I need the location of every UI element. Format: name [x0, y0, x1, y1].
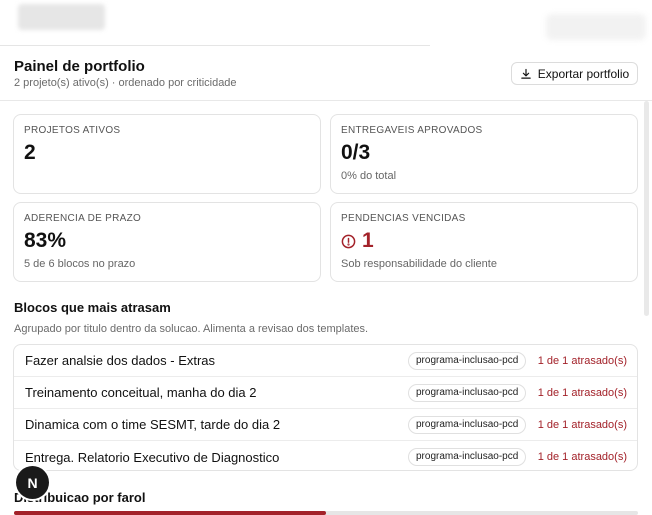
- card-approved-deliverables: ENTREGAVEIS APROVADOS 0/3 0% do total: [330, 114, 638, 194]
- overdue-count: 1: [362, 229, 374, 252]
- project-tag[interactable]: programa-inclusao-pcd: [408, 415, 527, 434]
- card-value: 2: [24, 141, 36, 164]
- page-header: Painel de portfolio 2 projeto(s) ativo(s…: [0, 46, 652, 101]
- export-portfolio-label: Exportar portfolio: [537, 66, 630, 81]
- card-value: 1: [341, 229, 374, 253]
- card-label: PROJETOS ATIVOS: [24, 125, 121, 136]
- app-logo[interactable]: [18, 4, 105, 30]
- late-count: 1 de 1 atrasado(s): [537, 386, 627, 399]
- card-active-projects: PROJETOS ATIVOS 2: [13, 114, 321, 194]
- project-tag[interactable]: programa-inclusao-pcd: [408, 383, 527, 402]
- farol-distribution-bar: [14, 511, 638, 515]
- blocks-section-description: Agrupado por titulo dentro da solucao. A…: [14, 323, 369, 335]
- late-blocks-list: Fazer analsie dos dados - Extras program…: [13, 344, 638, 471]
- download-icon: [521, 68, 531, 79]
- late-count: 1 de 1 atrasado(s): [537, 354, 627, 367]
- top-bar: [0, 0, 652, 46]
- block-name: Treinamento conceitual, manha do dia 2: [25, 385, 257, 400]
- list-item[interactable]: Fazer analsie dos dados - Extras program…: [14, 345, 637, 377]
- list-item[interactable]: Treinamento conceitual, manha do dia 2 p…: [14, 377, 637, 409]
- card-label: ENTREGAVEIS APROVADOS: [341, 125, 483, 136]
- dev-tools-badge[interactable]: N: [16, 466, 49, 499]
- user-menu[interactable]: [546, 14, 646, 40]
- late-count: 1 de 1 atrasado(s): [537, 418, 627, 431]
- block-name: Fazer analsie dos dados - Extras: [25, 353, 216, 368]
- card-value: 0/3: [341, 141, 371, 164]
- scrollbar[interactable]: [644, 101, 649, 316]
- project-tag[interactable]: programa-inclusao-pcd: [408, 351, 527, 370]
- card-deadline-adherence: ADERENCIA DE PRAZO 83% 5 de 6 blocos no …: [13, 202, 321, 282]
- card-note: 5 de 6 blocos no prazo: [24, 258, 136, 270]
- page-subtitle: 2 projeto(s) ativo(s) · ordenado por cri…: [14, 77, 237, 89]
- list-item[interactable]: Entrega. Relatorio Executivo de Diagnost…: [14, 441, 637, 470]
- card-label: ADERENCIA DE PRAZO: [24, 213, 142, 224]
- card-label: PENDENCIAS VENCIDAS: [341, 213, 466, 224]
- block-name: Entrega. Relatorio Executivo de Diagnost…: [25, 449, 280, 465]
- project-tag[interactable]: programa-inclusao-pcd: [408, 448, 527, 466]
- export-portfolio-button[interactable]: Exportar portfolio: [511, 62, 638, 85]
- blocks-section-title: Blocos que mais atrasam: [14, 300, 171, 315]
- page-title: Painel de portfolio: [14, 58, 145, 75]
- alert-circle-icon: [341, 234, 356, 248]
- card-note: 0% do total: [341, 170, 397, 182]
- card-note: Sob responsabilidade do cliente: [341, 258, 497, 270]
- card-value: 83%: [24, 229, 67, 252]
- list-item[interactable]: Dinamica com o time SESMT, tarde do dia …: [14, 409, 637, 441]
- card-overdue-pending: PENDENCIAS VENCIDAS 1 Sob responsabilida…: [330, 202, 638, 282]
- late-count: 1 de 1 atrasado(s): [537, 451, 627, 463]
- farol-red-segment: [14, 511, 326, 515]
- block-name: Dinamica com o time SESMT, tarde do dia …: [25, 417, 281, 432]
